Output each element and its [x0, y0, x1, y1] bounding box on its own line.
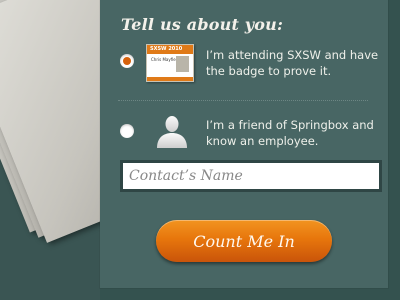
sxsw-badge-image: SXSW 2010 Chris Mayfield: [146, 44, 194, 82]
person-silhouette-icon: [157, 116, 187, 148]
badge-header: SXSW 2010: [150, 46, 183, 52]
contact-name-input[interactable]: [120, 160, 382, 192]
count-me-in-button[interactable]: Count Me In: [156, 220, 332, 262]
form-title: Tell us about you:: [121, 15, 284, 34]
signup-panel: Tell us about you: SXSW 2010 Chris Mayfi…: [100, 0, 388, 288]
badge-photo: [176, 56, 189, 72]
badge-stripe: [147, 77, 193, 81]
radio-attending-sxsw[interactable]: [120, 54, 134, 68]
background-decor: [0, 0, 100, 300]
option-attending-sxsw[interactable]: SXSW 2010 Chris Mayfield I’m attending S…: [118, 42, 380, 88]
paper-stack-image: [0, 0, 100, 243]
option-label-friend-of-springbox: I’m a friend of Springbox and know an em…: [206, 118, 374, 148]
paper-sheet: [0, 0, 100, 243]
option-label-attending-sxsw: I’m attending SXSW and have the badge to…: [206, 48, 379, 78]
divider: [118, 100, 368, 101]
radio-friend-of-springbox[interactable]: [120, 124, 134, 138]
option-friend-of-springbox[interactable]: I’m a friend of Springbox and know an em…: [118, 112, 380, 158]
